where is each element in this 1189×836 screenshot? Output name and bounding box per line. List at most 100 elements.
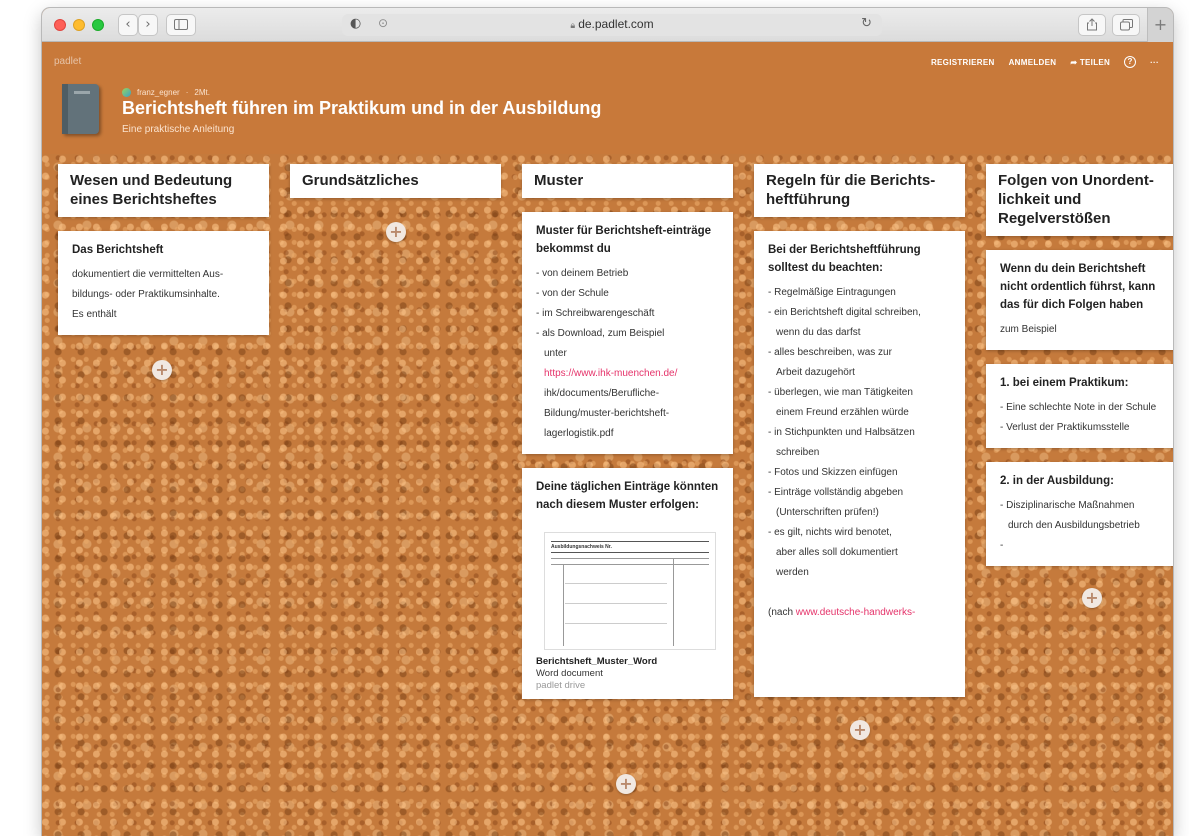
- document-preview[interactable]: Ausbildungsnachweis Nr.: [544, 532, 716, 650]
- post-line: (Unterschriften prüfen!): [776, 507, 879, 518]
- browser-toolbar: ‹ › ◐ ⊙ 🔒︎ de.padlet.com ↻ +: [42, 8, 1173, 42]
- column-heading: Wesen und Bedeutung eines Berichtsheftes: [58, 164, 269, 217]
- header-nav: REGISTRIEREN ANMELDEN ➦ TEILEN ? ···: [931, 56, 1159, 68]
- add-post-button[interactable]: +: [1082, 588, 1102, 608]
- post-line: - im Schreibwarengeschäft: [536, 308, 655, 319]
- post-line: schreiben: [776, 447, 820, 458]
- post-line: durch den Ausbildungsbetrieb: [1008, 520, 1140, 531]
- post-title: Wenn du dein Berichtsheft nicht ordentli…: [1000, 263, 1156, 311]
- author-meta: franz_egner · 2Mt.: [122, 88, 210, 97]
- post-line: ihk/documents/Berufliche-: [544, 388, 660, 399]
- post-age: 2Mt.: [194, 88, 210, 97]
- post-title: Muster für Berichtsheft-einträge bekomms…: [536, 225, 712, 255]
- browser-window: ‹ › ◐ ⊙ 🔒︎ de.padlet.com ↻ + padlet REGIS…: [42, 8, 1173, 836]
- post-line: - Fotos und Skizzen einfügen: [768, 467, 898, 478]
- post-line: - von der Schule: [536, 288, 609, 299]
- post-card[interactable]: Muster für Berichtsheft-einträge bekomms…: [522, 212, 733, 454]
- post-line: - Einträge vollständig abgeben: [768, 487, 904, 498]
- page-subtitle: Eine praktische Anleitung: [122, 124, 235, 135]
- lock-icon: 🔒︎: [570, 20, 576, 30]
- post-card[interactable]: Deine täglichen Einträge könnten nach di…: [522, 468, 733, 699]
- file-type: Word document: [536, 668, 603, 679]
- post-line: Es enthält: [72, 309, 117, 320]
- post-line: dokumentiert die vermittelten Aus-: [72, 269, 224, 280]
- share-icon[interactable]: [1078, 14, 1106, 36]
- post-line: - Regelmäßige Eintragungen: [768, 287, 896, 298]
- post-line: - Eine schlechte Note in der Schule: [1000, 402, 1157, 413]
- column-heading: Muster: [522, 164, 733, 198]
- forward-button[interactable]: ›: [138, 14, 158, 36]
- url-text: de.padlet.com: [578, 17, 654, 31]
- post-line: - von deinem Betrieb: [536, 268, 629, 279]
- post-line: zum Beispiel: [1000, 324, 1057, 335]
- document-preview-title: Ausbildungsnachweis Nr.: [551, 544, 612, 550]
- post-link[interactable]: https://www.ihk-muenchen.de/: [536, 364, 719, 384]
- add-post-button[interactable]: +: [850, 720, 870, 740]
- zoom-window-button[interactable]: [92, 19, 104, 31]
- column-muster: Muster Muster für Berichtsheft-einträge …: [522, 164, 733, 699]
- register-link[interactable]: REGISTRIEREN: [931, 58, 995, 67]
- page-title: Berichtsheft führen im Praktikum und in …: [122, 98, 602, 118]
- post-line: einem Freund erzählen würde: [776, 407, 909, 418]
- post-card[interactable]: Bei der Berichtsheftführung solltest du …: [754, 231, 965, 697]
- post-line: - Disziplinarische Maßnahmen: [1000, 500, 1135, 511]
- file-name[interactable]: Berichtsheft_Muster_Word: [536, 656, 719, 667]
- post-line: - überlegen, wie man Tätigkeiten: [768, 387, 913, 398]
- post-card[interactable]: 2. in der Ausbildung: - Disziplinarische…: [986, 462, 1173, 566]
- post-card[interactable]: 1. bei einem Praktikum: - Eine schlechte…: [986, 364, 1173, 448]
- post-line: wenn du das darfst: [776, 327, 861, 338]
- help-button[interactable]: ?: [1124, 56, 1137, 68]
- column-heading: Folgen von Unordent-lichkeit und Regelve…: [986, 164, 1173, 236]
- column-heading: Regeln für die Berichts-heftführung: [754, 164, 965, 217]
- post-title: Bei der Berichtsheftführung solltest du …: [768, 244, 921, 274]
- post-line: Arbeit dazugehört: [776, 367, 855, 378]
- padlet-header: padlet REGISTRIEREN ANMELDEN ➦ TEILEN ? …: [42, 42, 1173, 154]
- post-title: Deine täglichen Einträge könnten nach di…: [536, 481, 719, 511]
- post-line: aber alles soll dokumentiert: [776, 547, 898, 558]
- sidebar-toggle-icon[interactable]: [166, 14, 196, 36]
- avatar[interactable]: [122, 88, 131, 97]
- file-source: padlet drive: [536, 680, 586, 691]
- author-name[interactable]: franz_egner: [137, 88, 180, 97]
- padlet-logo[interactable]: padlet: [54, 56, 81, 67]
- share-arrow-icon: ➦: [1070, 57, 1080, 67]
- post-card[interactable]: Das Berichtsheft dokumentiert die vermit…: [58, 231, 269, 335]
- minimize-window-button[interactable]: [73, 19, 85, 31]
- back-button[interactable]: ‹: [118, 14, 138, 36]
- post-line: - es gilt, nichts wird benotet,: [768, 527, 892, 538]
- post-title: 1. bei einem Praktikum:: [1000, 377, 1129, 389]
- column-grundsaetzliches: Grundsätzliches: [290, 164, 501, 198]
- more-menu-button[interactable]: ···: [1150, 58, 1159, 67]
- share-button[interactable]: ➦ TEILEN: [1070, 58, 1110, 67]
- post-line: Bildung/muster-berichtsheft-: [544, 408, 670, 419]
- post-line: -: [1000, 540, 1004, 551]
- post-line: - als Download, zum Beispiel: [536, 328, 665, 339]
- close-window-button[interactable]: [54, 19, 66, 31]
- post-line: bildungs- oder Praktikumsinhalte.: [72, 289, 220, 300]
- post-title: 2. in der Ausbildung:: [1000, 475, 1114, 487]
- board-icon: [62, 84, 99, 134]
- post-line: - in Stichpunkten und Halbsätzen: [768, 427, 915, 438]
- post-line: - alles beschreiben, was zur: [768, 347, 892, 358]
- column-folgen: Folgen von Unordent-lichkeit und Regelve…: [986, 164, 1173, 566]
- padlet-board: Wesen und Bedeutung eines Berichtsheftes…: [42, 154, 1173, 836]
- add-post-button[interactable]: +: [386, 222, 406, 242]
- column-regeln: Regeln für die Berichts-heftführung Bei …: [754, 164, 965, 697]
- column-heading: Grundsätzliches: [290, 164, 501, 198]
- post-line: - ein Berichtsheft digital schreiben,: [768, 307, 921, 318]
- add-post-button[interactable]: +: [152, 360, 172, 380]
- new-tab-button[interactable]: +: [1147, 8, 1173, 42]
- post-line: lagerlogistik.pdf: [544, 428, 614, 439]
- post-card[interactable]: Wenn du dein Berichtsheft nicht ordentli…: [986, 250, 1173, 350]
- post-link[interactable]: www.deutsche-handwerks-: [796, 607, 916, 618]
- post-line: unter: [544, 348, 567, 359]
- reload-icon[interactable]: ↻: [861, 16, 872, 31]
- post-title: Das Berichtsheft: [72, 244, 164, 256]
- column-wesen: Wesen und Bedeutung eines Berichtsheftes…: [58, 164, 269, 335]
- address-bar[interactable]: ◐ ⊙ 🔒︎ de.padlet.com ↻: [342, 14, 882, 36]
- post-line: werden: [776, 567, 809, 578]
- tabs-overview-icon[interactable]: [1112, 14, 1140, 36]
- post-source: (nach www.deutsche-handwerks-: [768, 607, 916, 618]
- add-post-button[interactable]: +: [616, 774, 636, 794]
- login-link[interactable]: ANMELDEN: [1009, 58, 1057, 67]
